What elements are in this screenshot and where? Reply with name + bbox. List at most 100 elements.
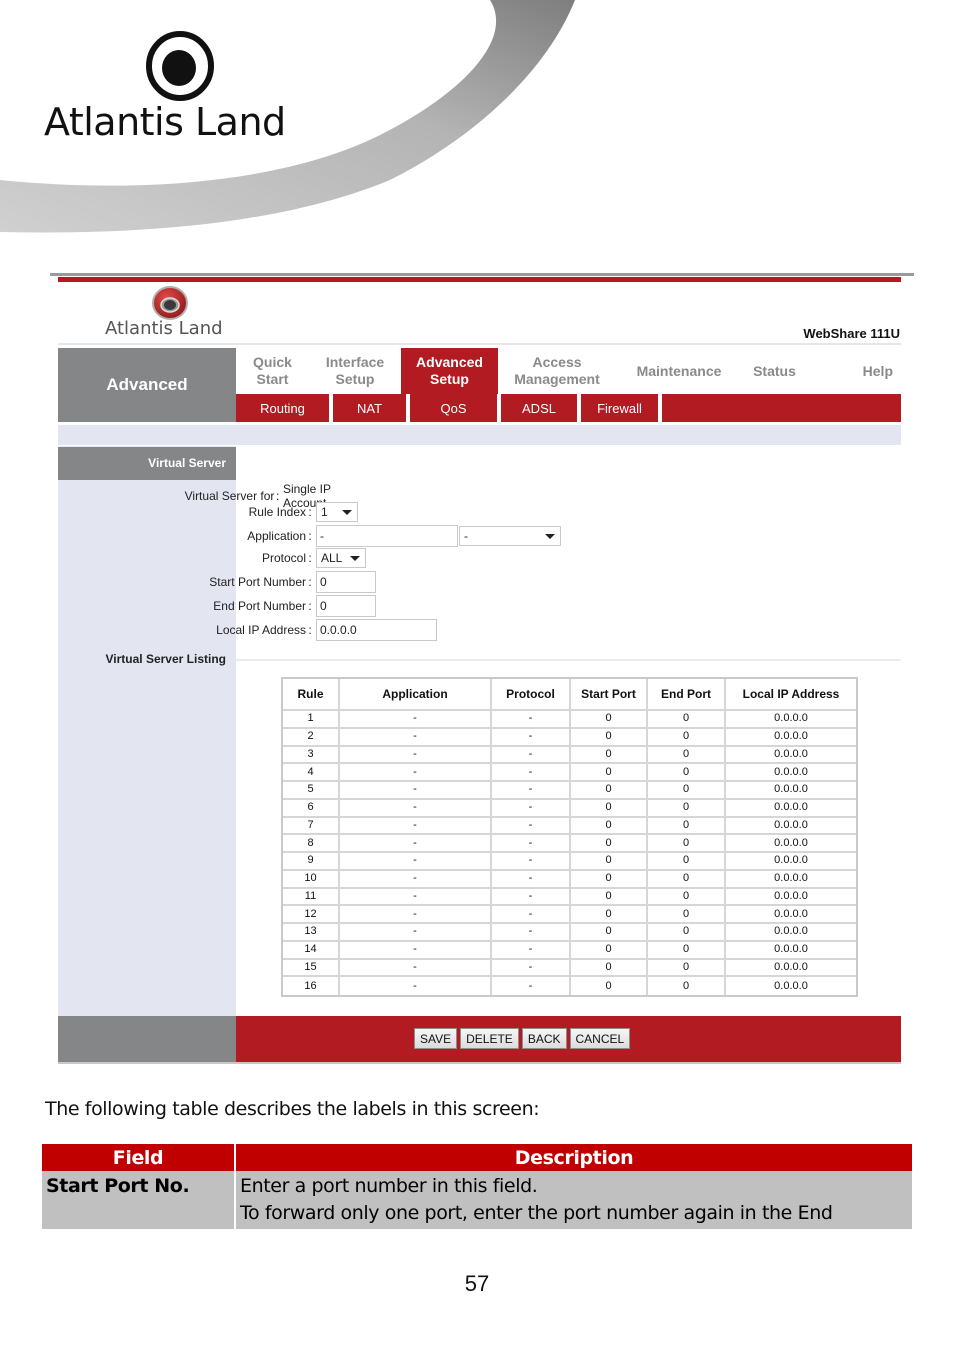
table-row: 1- -0 0 0.0.0.0 <box>283 711 856 729</box>
start-port-input[interactable] <box>316 571 376 593</box>
cell-end-port: 0 <box>648 870 726 889</box>
subtab-adsl[interactable]: ADSL <box>501 394 581 422</box>
main-nav: Quick Start Interface Setup Advanced Setup … <box>236 348 901 394</box>
application-select[interactable]: - <box>459 526 561 546</box>
table-row: 13- -0 0 0.0.0.0 <box>283 924 856 942</box>
cell-end-port: 0 <box>648 728 726 747</box>
tab-help[interactable]: Help <box>807 348 901 394</box>
cell-local-ip: 0.0.0.0 <box>726 835 856 853</box>
colon: : <box>276 489 280 503</box>
cell-start-port: 0 <box>571 924 648 942</box>
rule-index-select[interactable]: 1 <box>316 502 358 522</box>
table-row: 9- -0 0 0.0.0.0 <box>283 853 856 871</box>
col-header-local-ip: Local IP Address <box>726 679 856 711</box>
cell-start-port: 0 <box>571 870 648 889</box>
colon: : <box>308 599 312 613</box>
cell-application: - <box>340 817 492 836</box>
cell-local-ip: 0.0.0.0 <box>774 979 808 992</box>
colon: : <box>308 551 312 565</box>
local-ip-input[interactable] <box>316 619 437 641</box>
protocol-select[interactable]: ALL <box>316 548 366 568</box>
cell-rule: 9 <box>283 853 340 871</box>
back-button[interactable]: BACK <box>521 1028 567 1049</box>
cell-application: - <box>340 799 492 818</box>
cell-protocol: - <box>492 959 571 978</box>
cell-protocol: - <box>492 853 571 871</box>
header-divider <box>58 343 901 345</box>
table-row: 4- -0 0 0.0.0.0 <box>283 764 856 782</box>
subtab-routing[interactable]: Routing <box>236 394 333 422</box>
table-row: 7- -0 0 0.0.0.0 <box>283 817 856 836</box>
table-row: 16- -0 0 0.0.0.0 <box>283 977 856 995</box>
application-row: Application : - <box>136 525 561 547</box>
end-port-input[interactable] <box>316 595 376 617</box>
table-header-row: Rule Application Protocol Start Port End… <box>283 679 856 711</box>
chevron-down-icon <box>350 555 360 561</box>
chevron-down-icon <box>545 533 555 539</box>
label-description-table: Field Description Start Port No. Enter a… <box>42 1144 912 1229</box>
screenshot-border <box>50 273 914 276</box>
cell-application: - <box>340 977 492 995</box>
cell-application: - <box>340 870 492 889</box>
col-header-rule: Rule <box>283 679 340 711</box>
cell-end-port: 0 <box>648 817 726 836</box>
cell-end-port: 0 <box>648 888 726 907</box>
description-line: To forward only one port, enter the port… <box>240 1202 833 1224</box>
cell-end-port: 0 <box>648 959 726 978</box>
cell-end-port: 0 <box>648 764 726 782</box>
cell-local-ip: 0.0.0.0 <box>726 800 856 818</box>
cell-start-port: 0 <box>571 853 648 871</box>
colon: : <box>308 529 312 543</box>
tab-status[interactable]: Status <box>742 348 807 394</box>
tab-quick-start[interactable]: Quick Start <box>236 348 309 394</box>
subtab-firewall[interactable]: Firewall <box>581 394 662 422</box>
sub-nav: Routing NAT QoS ADSL Firewall <box>236 394 901 422</box>
subtab-nat[interactable]: NAT <box>333 394 410 422</box>
tab-maintenance[interactable]: Maintenance <box>616 348 742 394</box>
header-accent-bar <box>58 277 901 282</box>
cell-application: - <box>340 941 492 960</box>
save-button[interactable]: SAVE <box>414 1028 458 1049</box>
cell-rule: 12 <box>283 906 340 924</box>
cell-application: - <box>340 764 492 782</box>
cell-protocol: - <box>492 941 571 960</box>
cell-protocol: - <box>492 799 571 818</box>
content-spacer-band <box>58 425 901 445</box>
cell-local-ip: 0.0.0.0 <box>726 729 856 747</box>
tab-label: Help <box>862 362 893 379</box>
colon: : <box>308 623 312 637</box>
cell-rule: 14 <box>283 941 340 960</box>
subtab-qos[interactable]: QoS <box>410 394 501 422</box>
col-header-application: Application <box>340 679 492 711</box>
application-input[interactable] <box>316 525 458 547</box>
cell-rule: 2 <box>283 728 340 747</box>
cell-local-ip: 0.0.0.0 <box>726 889 856 907</box>
page-number: 57 <box>464 1271 490 1296</box>
listing-divider <box>236 659 901 661</box>
cancel-button[interactable]: CANCEL <box>569 1028 631 1049</box>
cell-application: - <box>340 959 492 978</box>
virtual-server-for-label: Virtual Server for <box>184 489 275 503</box>
colon: : <box>308 505 312 519</box>
cell-start-port: 0 <box>571 746 648 765</box>
cell-end-port: 0 <box>648 977 726 995</box>
cell-local-ip: 0.0.0.0 <box>726 782 856 800</box>
cell-start-port: 0 <box>571 835 648 853</box>
description-column-header: Description <box>235 1144 912 1171</box>
application-select-value: - <box>464 529 468 543</box>
cell-rule: 4 <box>283 764 340 782</box>
footer-divider <box>58 1062 901 1064</box>
cell-local-ip: 0.0.0.0 <box>726 924 856 942</box>
tab-access-management[interactable]: Access Management <box>498 348 616 394</box>
tab-interface-setup[interactable]: Interface Setup <box>309 348 401 394</box>
virtual-server-listing-heading: Virtual Server Listing <box>105 652 227 666</box>
table-row: 10- -0 0 0.0.0.0 <box>283 870 856 889</box>
delete-button[interactable]: DELETE <box>460 1028 519 1049</box>
document-header: Atlantis Land <box>0 0 954 240</box>
cell-rule: 10 <box>283 870 340 889</box>
protocol-label: Protocol <box>261 551 306 565</box>
tab-advanced-setup[interactable]: Advanced Setup <box>401 348 498 394</box>
tab-label: Management <box>514 371 600 387</box>
cell-protocol: - <box>492 711 571 729</box>
cell-protocol: - <box>492 728 571 747</box>
